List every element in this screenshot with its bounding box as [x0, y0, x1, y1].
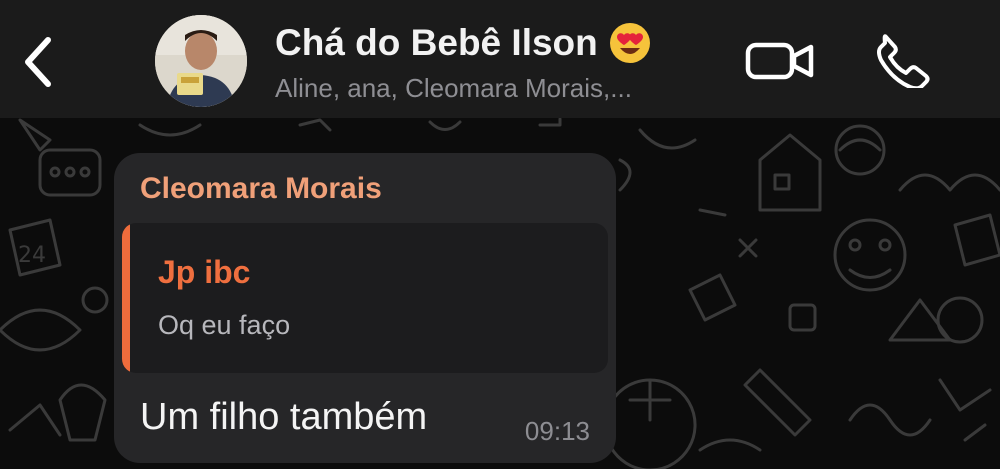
voice-call-button[interactable] [872, 32, 932, 91]
message-text: Um filho também [140, 396, 428, 438]
heart-eyes-emoji-icon [609, 23, 650, 63]
svg-text:24: 24 [18, 243, 46, 268]
chat-participants: Aline, ana, Cleomara Morais,... [275, 73, 632, 103]
avatar-photo [155, 15, 247, 107]
back-button[interactable] [18, 34, 62, 90]
video-camera-icon [745, 42, 814, 80]
chat-title-row: Chá do Bebê Ilson [275, 18, 725, 68]
sender-name[interactable]: Cleomara Morais [140, 169, 382, 209]
phone-icon [877, 34, 930, 91]
message-timestamp: 09:13 [524, 416, 590, 446]
chat-screen: 24 Chá do Bebê Ilson Aline, ana, Cleomar… [0, 0, 1000, 469]
quote-accent-bar [122, 223, 130, 373]
chat-header: Chá do Bebê Ilson Aline, ana, Cleomara M… [0, 0, 1000, 118]
chat-title-block[interactable]: Chá do Bebê Ilson Aline, ana, Cleomara M… [275, 18, 725, 106]
quoted-text: Oq eu faço [158, 310, 291, 340]
group-avatar[interactable] [155, 15, 247, 107]
video-call-button[interactable] [745, 40, 815, 82]
chat-title: Chá do Bebê Ilson [275, 22, 598, 63]
quoted-message[interactable]: Jp ibc Oq eu faço [122, 223, 608, 373]
quoted-author: Jp ibc [158, 254, 251, 290]
chevron-left-icon [25, 37, 51, 87]
message-bubble[interactable]: Cleomara Morais Jp ibc Oq eu faço Um fil… [114, 153, 616, 463]
